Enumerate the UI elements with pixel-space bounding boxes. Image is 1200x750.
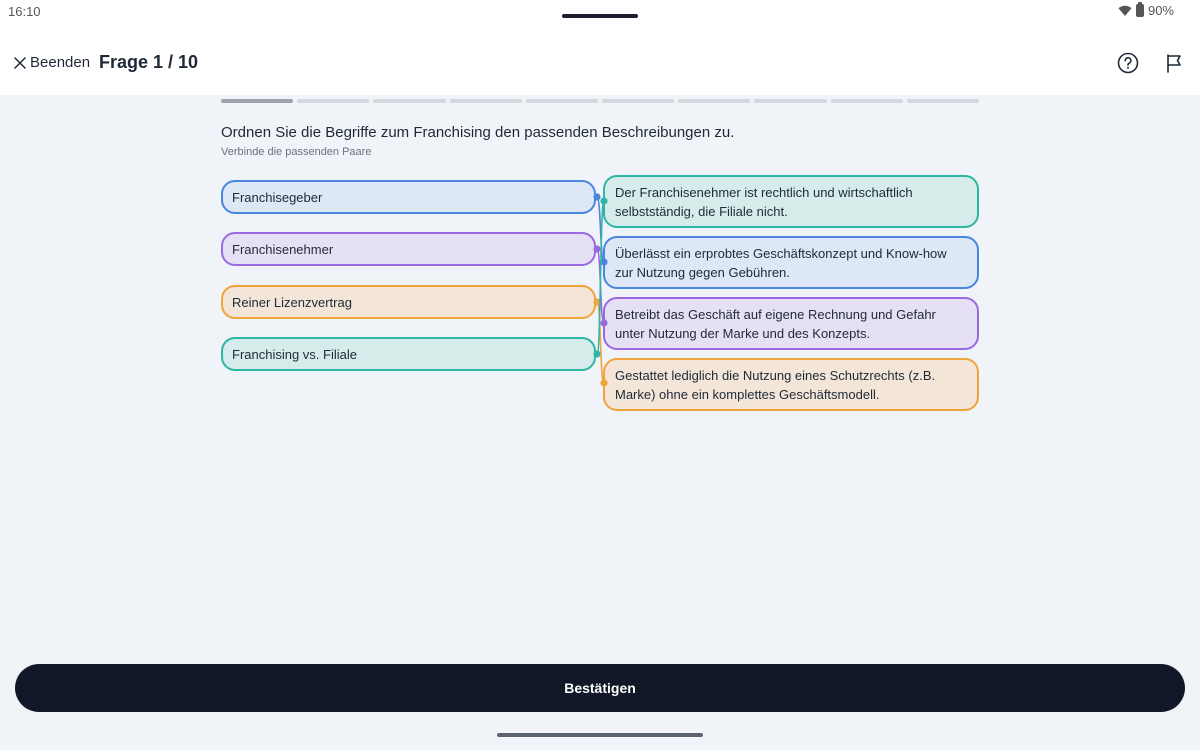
top-bar: Beenden Frage 1 / 10: [0, 24, 1200, 95]
term-card[interactable]: Franchising vs. Filiale: [221, 337, 596, 371]
progress-segment: [830, 99, 903, 103]
term-card[interactable]: Reiner Lizenzvertrag: [221, 285, 596, 319]
progress-segment: [754, 99, 827, 103]
flag-icon[interactable]: [1164, 53, 1184, 73]
term-card[interactable]: Franchisenehmer: [221, 232, 596, 266]
progress-segment: [373, 99, 446, 103]
progress-segment: [449, 99, 522, 103]
description-card[interactable]: Überlässt ein erprobtes Geschäftskonzept…: [603, 236, 979, 289]
battery-icon: [1135, 2, 1144, 17]
status-indicators: 90%: [1118, 2, 1174, 18]
camera-notch: [562, 14, 638, 18]
description-card[interactable]: Gestattet lediglich die Nutzung eines Sc…: [603, 358, 979, 411]
term-label: Reiner Lizenzvertrag: [232, 294, 352, 310]
term-label: Franchisegeber: [232, 189, 323, 205]
question-text: Ordnen Sie die Begriffe zum Franchising …: [221, 124, 735, 141]
description-card[interactable]: Der Franchisenehmer ist rechtlich und wi…: [603, 175, 979, 228]
home-indicator: [497, 733, 703, 737]
term-label: Franchising vs. Filiale: [232, 346, 357, 362]
help-icon[interactable]: [1117, 52, 1139, 74]
confirm-button[interactable]: Bestätigen: [15, 664, 1185, 712]
status-bar: 16:10 90%: [0, 0, 1200, 24]
progress-segment: [906, 99, 980, 103]
term-card[interactable]: Franchisegeber: [221, 180, 596, 214]
progress-segment: [221, 99, 294, 103]
progress-segment: [297, 99, 370, 103]
description-text: Überlässt ein erprobtes Geschäftskonzept…: [615, 245, 947, 280]
status-time: 16:10: [8, 4, 41, 19]
description-text: Betreibt das Geschäft auf eigene Rechnun…: [615, 306, 936, 341]
wifi-icon: [1118, 5, 1132, 16]
question-hint: Verbinde die passenden Paare: [221, 146, 372, 158]
progress-bar: [221, 99, 980, 103]
progress-segment: [525, 99, 599, 103]
term-label: Franchisenehmer: [232, 241, 334, 257]
battery-level: 90%: [1147, 3, 1174, 18]
quit-button[interactable]: Beenden: [14, 54, 90, 71]
page-title: Frage 1 / 10: [99, 52, 199, 72]
close-icon: [14, 56, 26, 69]
description-text: Der Franchisenehmer ist rechtlich und wi…: [615, 184, 913, 219]
confirm-label: Bestätigen: [564, 680, 636, 696]
quit-label: Beenden: [30, 54, 91, 71]
connection-lines: [593, 193, 608, 387]
progress-segment: [678, 99, 751, 103]
description-text: Gestattet lediglich die Nutzung eines Sc…: [615, 367, 936, 402]
description-card[interactable]: Betreibt das Geschäft auf eigene Rechnun…: [603, 297, 979, 350]
progress-segment: [602, 99, 675, 103]
